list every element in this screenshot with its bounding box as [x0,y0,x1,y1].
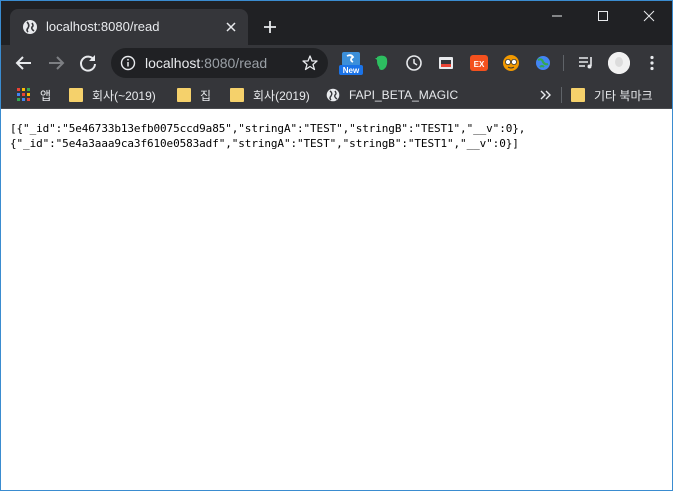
reload-button[interactable] [76,51,100,75]
close-window-button[interactable] [626,1,672,31]
bookmark-label: 기타 북마크 [594,88,653,103]
toolbar-divider [563,55,564,71]
globe-extension-icon[interactable] [533,53,553,73]
bookmark-folder-home[interactable]: 집 [177,86,211,104]
folder-icon [177,88,191,102]
clock-extension-icon[interactable] [404,53,424,73]
bookmark-other-bookmarks[interactable]: 기타 북마크 [571,86,653,104]
close-icon [643,10,655,22]
minimize-icon [552,15,562,17]
new-tab-button[interactable] [259,16,281,38]
info-icon[interactable] [120,55,136,71]
more-menu-icon[interactable] [643,54,661,72]
bookmark-label: FAPI_BETA_MAGIC [349,88,459,102]
browser-toolbar: localhost:8080/read New EX [1,45,672,81]
minimize-button[interactable] [534,1,580,31]
address-bar[interactable]: localhost:8080/read [111,48,328,78]
close-tab-icon[interactable] [222,18,240,36]
bookmark-fapi-beta-magic[interactable]: FAPI_BETA_MAGIC [326,86,458,104]
globe-icon [326,88,340,102]
folder-icon [571,88,585,102]
bookmark-label: 회사(~2019) [92,88,156,103]
chevron-double-right-icon[interactable] [537,87,553,103]
folder-icon [230,88,244,102]
url-text: localhost:8080/read [145,55,267,71]
tab-active[interactable]: localhost:8080/read [10,9,248,45]
browser-window: localhost:8080/read localhost:8080/read … [0,0,673,491]
new-badge-label: New [343,66,360,75]
forward-button[interactable] [44,51,68,75]
globe-icon [23,20,37,34]
folder-icon [69,88,83,102]
maximize-icon [598,11,608,21]
back-button[interactable] [12,51,36,75]
bookmark-folder-company-2019[interactable]: 회사(2019) [230,86,310,104]
page-content: [{"_id":"5e46733b13efb0075ccd9a85","stri… [1,110,672,490]
bookmarks-divider [561,87,562,103]
bookmark-label: 회사(2019) [253,88,310,103]
ex-extension-label: EX [474,60,485,69]
maximize-button[interactable] [580,1,626,31]
json-line: [{"_id":"5e46733b13efb0075ccd9a85","stri… [10,122,526,135]
media-queue-icon[interactable] [576,53,596,73]
url-path: :8080/read [200,55,268,71]
screenshot-extension-icon[interactable] [436,53,456,73]
json-line: {"_id":"5e4a3aaa9ca3f610e0583adf","strin… [10,137,519,150]
tab-title: localhost:8080/read [46,19,160,34]
url-host: localhost [145,55,201,71]
json-response: [{"_id":"5e46733b13efb0075ccd9a85","stri… [10,121,525,151]
profile-avatar[interactable] [608,52,630,74]
tab-strip: localhost:8080/read [1,1,672,45]
avatar-icon [608,52,630,74]
bookmark-folder-company-2019-prior[interactable]: 회사(~2019) [69,86,156,104]
bookmark-apps[interactable]: 앱 [17,86,51,104]
ex-extension-icon[interactable]: EX [469,53,489,73]
new-badge-extension-icon[interactable]: New [339,51,363,75]
apps-grid-icon [17,88,30,101]
bookmarks-bar: 앱 회사(~2019) 집 회사(2019) FAPI_BETA_MAGIC 기… [1,81,672,109]
evernote-extension-icon[interactable] [372,53,392,73]
bookmark-label: 집 [200,88,212,103]
glasses-extension-icon[interactable] [501,53,521,73]
bookmark-apps-label: 앱 [40,88,52,103]
bookmark-star-icon[interactable] [301,54,319,72]
